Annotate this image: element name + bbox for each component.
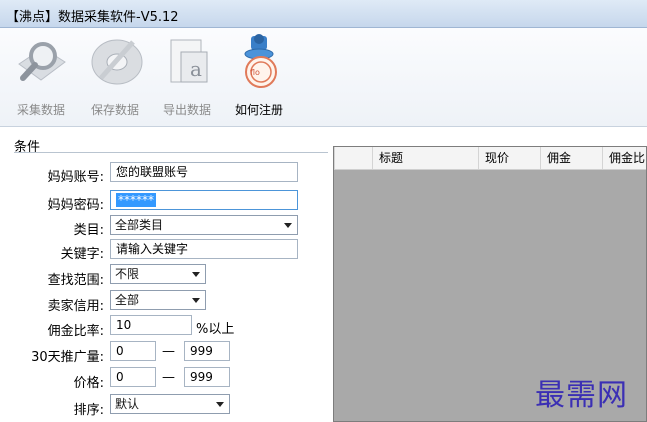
column-header-commission-rate[interactable]: 佣金比 bbox=[602, 147, 646, 169]
chevron-down-icon bbox=[284, 223, 292, 228]
chevron-down-icon bbox=[192, 298, 200, 303]
register-stamp-icon: flo bbox=[244, 34, 277, 88]
account-input[interactable]: 您的联盟账号 bbox=[110, 162, 298, 182]
collect-data-button[interactable]: 采集数据 bbox=[6, 34, 76, 122]
scope-value: 不限 bbox=[115, 267, 140, 281]
save-data-label: 保存数据 bbox=[90, 103, 139, 117]
collect-data-label: 采集数据 bbox=[16, 103, 65, 117]
commission-suffix: %以上 bbox=[196, 322, 235, 337]
window-title: 【沸点】数据采集软件-V5.12 bbox=[6, 10, 179, 25]
credit-label: 卖家信用: bbox=[47, 299, 104, 314]
price-range-dash: — bbox=[162, 370, 175, 385]
window-titlebar: 【沸点】数据采集软件-V5.12 bbox=[0, 0, 647, 28]
magnifier-icon bbox=[18, 42, 66, 81]
how-to-register-label: 如何注册 bbox=[234, 103, 283, 117]
keyword-label: 关键字: bbox=[60, 247, 104, 262]
sort-label: 排序: bbox=[73, 403, 104, 418]
column-header-title[interactable]: 标题 bbox=[372, 147, 478, 169]
scope-label: 查找范围: bbox=[47, 273, 104, 288]
promo30-max-input[interactable]: 999 bbox=[184, 341, 230, 361]
commission-label: 佣金比率: bbox=[47, 324, 104, 339]
promo30-label: 30天推广量: bbox=[31, 350, 104, 365]
promo30-range-dash: — bbox=[162, 344, 175, 359]
credit-select[interactable]: 全部 bbox=[110, 290, 206, 310]
export-document-icon: a bbox=[170, 39, 208, 83]
column-header-row-indicator bbox=[334, 147, 372, 169]
price-label: 价格: bbox=[73, 376, 104, 391]
category-select[interactable]: 全部类目 bbox=[110, 215, 298, 235]
password-selected-text: ****** bbox=[116, 193, 156, 207]
chevron-down-icon bbox=[192, 272, 200, 277]
save-data-button[interactable]: 保存数据 bbox=[80, 34, 150, 122]
results-grid-header: 标题 现价 佣金 佣金比 bbox=[334, 147, 646, 170]
chevron-down-icon bbox=[216, 402, 224, 407]
category-value: 全部类目 bbox=[115, 218, 164, 232]
column-header-commission[interactable]: 佣金 bbox=[540, 147, 602, 169]
column-header-price[interactable]: 现价 bbox=[478, 147, 540, 169]
save-disk-icon bbox=[91, 39, 143, 85]
price-max-input[interactable]: 999 bbox=[184, 367, 230, 387]
svg-text:a: a bbox=[190, 57, 202, 81]
how-to-register-button[interactable]: flo 如何注册 bbox=[224, 34, 294, 122]
scope-select[interactable]: 不限 bbox=[110, 264, 206, 284]
credit-value: 全部 bbox=[115, 293, 140, 307]
category-label: 类目: bbox=[73, 223, 104, 238]
toolbar: 采集数据 保存数据 a 导出数据 flo 如何注册 bbox=[0, 28, 647, 127]
watermark-text: 最需网 bbox=[535, 378, 628, 413]
export-data-label: 导出数据 bbox=[162, 103, 211, 117]
sort-value: 默认 bbox=[115, 397, 140, 411]
password-label: 妈妈密码: bbox=[47, 198, 104, 213]
keyword-input[interactable]: 请输入关键字 bbox=[110, 239, 298, 259]
commission-input[interactable]: 10 bbox=[110, 315, 192, 335]
svg-text:flo: flo bbox=[250, 68, 260, 77]
price-min-input[interactable]: 0 bbox=[110, 367, 156, 387]
export-data-button[interactable]: a 导出数据 bbox=[152, 34, 222, 122]
password-input[interactable]: ****** bbox=[110, 190, 298, 210]
conditions-divider bbox=[14, 152, 328, 153]
promo30-min-input[interactable]: 0 bbox=[110, 341, 156, 361]
account-label: 妈妈账号: bbox=[47, 170, 104, 185]
sort-select[interactable]: 默认 bbox=[110, 394, 230, 414]
